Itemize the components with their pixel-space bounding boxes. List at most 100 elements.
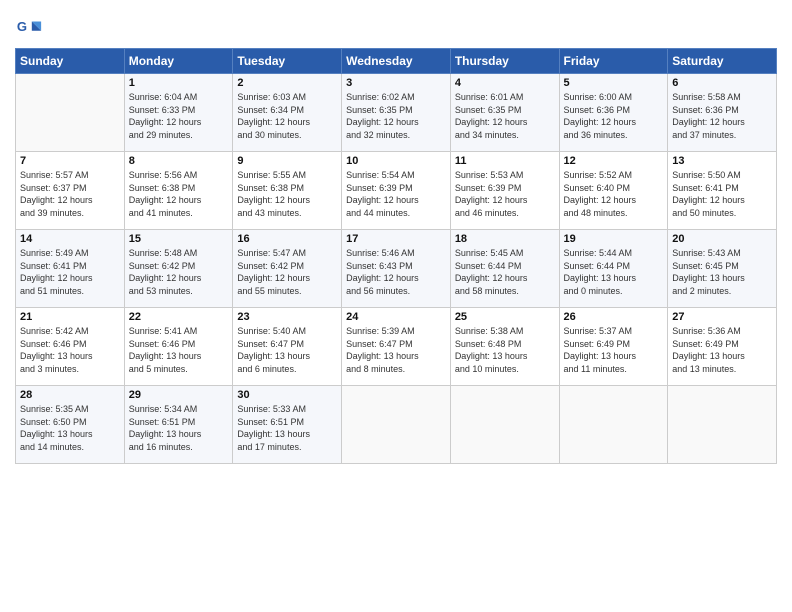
cell-info: Sunrise: 5:54 AM Sunset: 6:39 PM Dayligh… xyxy=(346,169,446,219)
cell-info: Sunrise: 5:35 AM Sunset: 6:50 PM Dayligh… xyxy=(20,403,120,453)
day-number: 27 xyxy=(672,311,772,323)
day-cell: 27 Sunrise: 5:36 AM Sunset: 6:49 PM Dayli… xyxy=(668,308,777,386)
day-number: 9 xyxy=(237,155,337,167)
cell-info: Sunrise: 5:36 AM Sunset: 6:49 PM Dayligh… xyxy=(672,325,772,375)
day-number: 6 xyxy=(672,77,772,89)
cell-info: Sunrise: 5:42 AM Sunset: 6:46 PM Dayligh… xyxy=(20,325,120,375)
day-number: 30 xyxy=(237,389,337,401)
day-cell xyxy=(342,386,451,464)
day-cell xyxy=(559,386,668,464)
day-cell xyxy=(16,74,125,152)
day-cell: 13Sunrise: 5:50 AM Sunset: 6:41 PM Dayli… xyxy=(668,152,777,230)
day-number: 11 xyxy=(455,155,555,167)
cell-info: Sunrise: 5:37 AM Sunset: 6:49 PM Dayligh… xyxy=(564,325,664,375)
day-number: 26 xyxy=(564,311,664,323)
day-cell xyxy=(450,386,559,464)
page-container: G SundayMondayTuesdayWednesdayThursdayFr… xyxy=(0,0,792,474)
cell-info: Sunrise: 5:52 AM Sunset: 6:40 PM Dayligh… xyxy=(564,169,664,219)
cell-info: Sunrise: 5:49 AM Sunset: 6:41 PM Dayligh… xyxy=(20,247,120,297)
day-number: 7 xyxy=(20,155,120,167)
day-cell: 14 Sunrise: 5:49 AM Sunset: 6:41 PM Dayli… xyxy=(16,230,125,308)
cell-info: Sunrise: 5:47 AM Sunset: 6:42 PM Dayligh… xyxy=(237,247,337,297)
col-header-wednesday: Wednesday xyxy=(342,49,451,74)
header-row: SundayMondayTuesdayWednesdayThursdayFrid… xyxy=(16,49,777,74)
day-cell: 21 Sunrise: 5:42 AM Sunset: 6:46 PM Dayli… xyxy=(16,308,125,386)
col-header-tuesday: Tuesday xyxy=(233,49,342,74)
day-cell: 12 Sunrise: 5:52 AM Sunset: 6:40 PM Dayli… xyxy=(559,152,668,230)
day-cell: 26 Sunrise: 5:37 AM Sunset: 6:49 PM Dayli… xyxy=(559,308,668,386)
logo: G xyxy=(15,14,45,42)
day-cell: 25 Sunrise: 5:38 AM Sunset: 6:48 PM Dayli… xyxy=(450,308,559,386)
day-cell: 17 Sunrise: 5:46 AM Sunset: 6:43 PM Dayli… xyxy=(342,230,451,308)
cell-info: Sunrise: 5:45 AM Sunset: 6:44 PM Dayligh… xyxy=(455,247,555,297)
week-row-4: 28 Sunrise: 5:35 AM Sunset: 6:50 PM Dayli… xyxy=(16,386,777,464)
col-header-friday: Friday xyxy=(559,49,668,74)
day-number: 18 xyxy=(455,233,555,245)
day-cell xyxy=(668,386,777,464)
col-header-sunday: Sunday xyxy=(16,49,125,74)
day-number: 8 xyxy=(129,155,229,167)
day-cell: 4 Sunrise: 6:01 AM Sunset: 6:35 PM Daylig… xyxy=(450,74,559,152)
day-cell: 15 Sunrise: 5:48 AM Sunset: 6:42 PM Dayli… xyxy=(124,230,233,308)
day-number: 22 xyxy=(129,311,229,323)
day-number: 29 xyxy=(129,389,229,401)
cell-info: Sunrise: 5:56 AM Sunset: 6:38 PM Dayligh… xyxy=(129,169,229,219)
day-cell: 22 Sunrise: 5:41 AM Sunset: 6:46 PM Dayli… xyxy=(124,308,233,386)
day-cell: 23Sunrise: 5:40 AM Sunset: 6:47 PM Dayli… xyxy=(233,308,342,386)
cell-info: Sunrise: 5:33 AM Sunset: 6:51 PM Dayligh… xyxy=(237,403,337,453)
cell-info: Sunrise: 5:34 AM Sunset: 6:51 PM Dayligh… xyxy=(129,403,229,453)
cell-info: Sunrise: 5:38 AM Sunset: 6:48 PM Dayligh… xyxy=(455,325,555,375)
day-cell: 16 Sunrise: 5:47 AM Sunset: 6:42 PM Dayli… xyxy=(233,230,342,308)
day-cell: 1Sunrise: 6:04 AM Sunset: 6:33 PM Daylig… xyxy=(124,74,233,152)
cell-info: Sunrise: 5:57 AM Sunset: 6:37 PM Dayligh… xyxy=(20,169,120,219)
day-number: 13 xyxy=(672,155,772,167)
logo-icon: G xyxy=(15,14,43,42)
cell-info: Sunrise: 6:00 AM Sunset: 6:36 PM Dayligh… xyxy=(564,91,664,141)
day-number: 12 xyxy=(564,155,664,167)
day-cell: 10 Sunrise: 5:54 AM Sunset: 6:39 PM Dayli… xyxy=(342,152,451,230)
cell-info: Sunrise: 5:58 AM Sunset: 6:36 PM Dayligh… xyxy=(672,91,772,141)
day-number: 17 xyxy=(346,233,446,245)
day-cell: 28 Sunrise: 5:35 AM Sunset: 6:50 PM Dayli… xyxy=(16,386,125,464)
cell-info: Sunrise: 5:40 AM Sunset: 6:47 PM Dayligh… xyxy=(237,325,337,375)
day-number: 20 xyxy=(672,233,772,245)
svg-text:G: G xyxy=(17,19,27,34)
day-cell: 24 Sunrise: 5:39 AM Sunset: 6:47 PM Dayli… xyxy=(342,308,451,386)
day-cell: 5Sunrise: 6:00 AM Sunset: 6:36 PM Daylig… xyxy=(559,74,668,152)
cell-info: Sunrise: 5:41 AM Sunset: 6:46 PM Dayligh… xyxy=(129,325,229,375)
cell-info: Sunrise: 6:03 AM Sunset: 6:34 PM Dayligh… xyxy=(237,91,337,141)
cell-info: Sunrise: 6:01 AM Sunset: 6:35 PM Dayligh… xyxy=(455,91,555,141)
cell-info: Sunrise: 5:46 AM Sunset: 6:43 PM Dayligh… xyxy=(346,247,446,297)
day-number: 21 xyxy=(20,311,120,323)
cell-info: Sunrise: 6:02 AM Sunset: 6:35 PM Dayligh… xyxy=(346,91,446,141)
day-number: 28 xyxy=(20,389,120,401)
day-number: 19 xyxy=(564,233,664,245)
cell-info: Sunrise: 5:53 AM Sunset: 6:39 PM Dayligh… xyxy=(455,169,555,219)
day-cell: 11 Sunrise: 5:53 AM Sunset: 6:39 PM Dayli… xyxy=(450,152,559,230)
calendar-table: SundayMondayTuesdayWednesdayThursdayFrid… xyxy=(15,48,777,464)
day-cell: 2Sunrise: 6:03 AM Sunset: 6:34 PM Daylig… xyxy=(233,74,342,152)
day-number: 14 xyxy=(20,233,120,245)
week-row-0: 1Sunrise: 6:04 AM Sunset: 6:33 PM Daylig… xyxy=(16,74,777,152)
day-cell: 29 Sunrise: 5:34 AM Sunset: 6:51 PM Dayli… xyxy=(124,386,233,464)
day-cell: 20Sunrise: 5:43 AM Sunset: 6:45 PM Dayli… xyxy=(668,230,777,308)
cell-info: Sunrise: 5:39 AM Sunset: 6:47 PM Dayligh… xyxy=(346,325,446,375)
cell-info: Sunrise: 5:48 AM Sunset: 6:42 PM Dayligh… xyxy=(129,247,229,297)
day-number: 15 xyxy=(129,233,229,245)
day-number: 16 xyxy=(237,233,337,245)
week-row-2: 14 Sunrise: 5:49 AM Sunset: 6:41 PM Dayli… xyxy=(16,230,777,308)
day-number: 25 xyxy=(455,311,555,323)
day-number: 3 xyxy=(346,77,446,89)
day-cell: 6 Sunrise: 5:58 AM Sunset: 6:36 PM Daylig… xyxy=(668,74,777,152)
day-cell: 3 Sunrise: 6:02 AM Sunset: 6:35 PM Daylig… xyxy=(342,74,451,152)
cell-info: Sunrise: 5:55 AM Sunset: 6:38 PM Dayligh… xyxy=(237,169,337,219)
col-header-monday: Monday xyxy=(124,49,233,74)
day-number: 24 xyxy=(346,311,446,323)
day-cell: 8 Sunrise: 5:56 AM Sunset: 6:38 PM Daylig… xyxy=(124,152,233,230)
day-cell: 7 Sunrise: 5:57 AM Sunset: 6:37 PM Daylig… xyxy=(16,152,125,230)
cell-info: Sunrise: 5:44 AM Sunset: 6:44 PM Dayligh… xyxy=(564,247,664,297)
day-number: 4 xyxy=(455,77,555,89)
day-number: 10 xyxy=(346,155,446,167)
week-row-3: 21 Sunrise: 5:42 AM Sunset: 6:46 PM Dayli… xyxy=(16,308,777,386)
day-cell: 30 Sunrise: 5:33 AM Sunset: 6:51 PM Dayli… xyxy=(233,386,342,464)
